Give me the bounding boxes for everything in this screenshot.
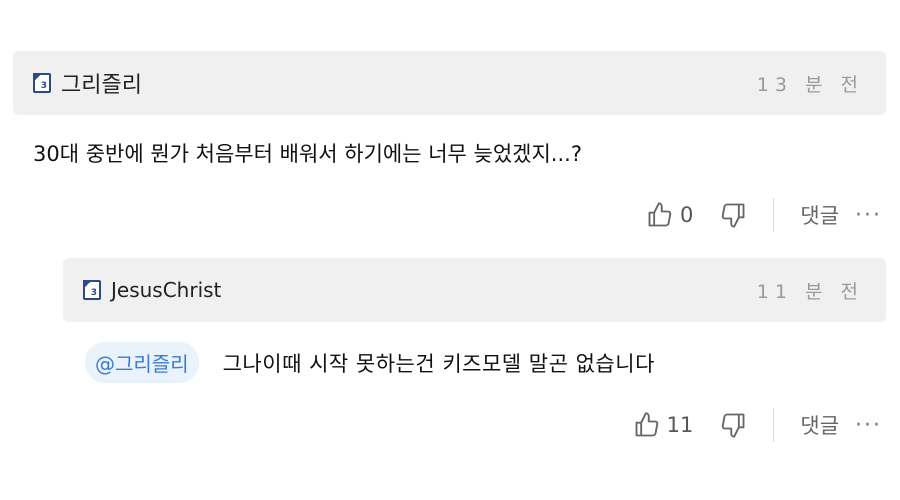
thumbs-down-icon [722, 203, 745, 228]
comment: 3 그리즐리 13 분 전 30대 중반에 뭔가 처음부터 배워서 하기에는 너… [13, 51, 886, 235]
comment-header: 3 그리즐리 13 분 전 [13, 51, 886, 115]
comment-actions: 0 댓글 ··· [13, 195, 886, 235]
user-level-icon: 3 [33, 73, 51, 93]
thumbs-down-icon [722, 413, 745, 438]
dislike-button[interactable] [719, 411, 747, 439]
comment-author[interactable]: 3 그리즐리 [33, 67, 142, 99]
like-count: 0 [680, 203, 694, 227]
reply-comment: 3 JesusChrist 11 분 전 @그리즐리 그나이때 시작 못하는건 … [63, 258, 886, 445]
action-divider [773, 408, 775, 442]
comment-body: @그리즐리 그나이때 시작 못하는건 키즈모델 말곤 없습니다 [63, 342, 886, 383]
comment-author[interactable]: 3 JesusChrist [83, 278, 221, 302]
reply-button[interactable]: 댓글 [800, 410, 839, 440]
comment-timestamp: 13 분 전 [756, 73, 864, 96]
more-options-button[interactable]: ··· [855, 203, 882, 228]
thumbs-up-icon [635, 412, 658, 437]
like-count: 11 [666, 413, 694, 437]
like-button[interactable]: 11 [633, 411, 720, 439]
comment-text: 30대 중반에 뭔가 처음부터 배워서 하기에는 너무 늦었겠지...? [33, 142, 582, 166]
mention-tag[interactable]: @그리즐리 [85, 342, 199, 383]
comment-text: 그나이때 시작 못하는건 키즈모델 말곤 없습니다 [222, 351, 655, 376]
like-button[interactable]: 0 [646, 201, 719, 229]
dislike-button[interactable] [719, 201, 747, 229]
comment-actions: 11 댓글 ··· [63, 405, 886, 445]
user-level-icon: 3 [83, 280, 101, 300]
comment-timestamp: 11 분 전 [756, 280, 864, 303]
comment-header: 3 JesusChrist 11 분 전 [63, 258, 886, 322]
thumbs-up-icon [648, 202, 672, 227]
action-divider [773, 198, 775, 232]
reply-button[interactable]: 댓글 [800, 200, 839, 230]
author-name[interactable]: JesusChrist [111, 278, 221, 302]
more-options-button[interactable]: ··· [855, 413, 882, 438]
author-name[interactable]: 그리즐리 [61, 67, 142, 99]
